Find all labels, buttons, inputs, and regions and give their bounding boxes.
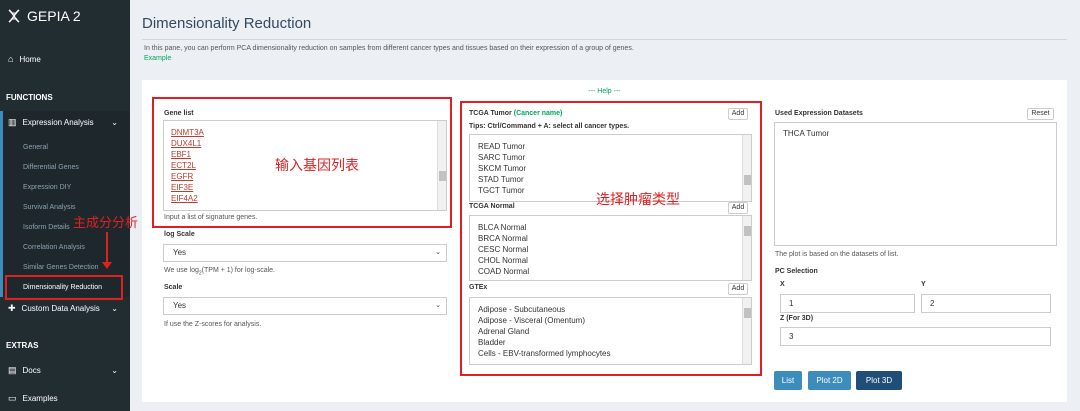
- chevron-down-icon: ⌄: [111, 365, 118, 375]
- chevron-down-icon: ⌄: [435, 302, 441, 309]
- annotation-select-tumor: 选择肿瘤类型: [596, 192, 680, 208]
- datasets-value: THCA Tumor: [783, 129, 830, 138]
- nav-home[interactable]: ⌂ Home: [0, 50, 130, 68]
- sidebar-item-expression-diy[interactable]: Expression DIY: [3, 177, 130, 197]
- chevron-down-icon: ⌄: [435, 249, 441, 256]
- sidebar-item-differential-genes[interactable]: Differential Genes: [3, 157, 130, 177]
- annotation-arrow: [106, 232, 108, 266]
- pc-x-input[interactable]: 1: [780, 294, 915, 313]
- log-scale-value: Yes: [173, 248, 187, 257]
- nav-custom-data-analysis[interactable]: ✚ Custom Data Analysis ⌄: [0, 297, 130, 319]
- title-divider: [142, 39, 1067, 40]
- pc-y-input[interactable]: 2: [921, 294, 1051, 313]
- nav-examples-label: Examples: [22, 393, 58, 403]
- app-title: GEPIA 2: [27, 8, 81, 24]
- sidebar-item-general[interactable]: General: [3, 137, 130, 157]
- chevron-down-icon: ⌄: [111, 117, 118, 127]
- nav-docs-label: Docs: [22, 365, 41, 375]
- bar-chart-icon: ▥: [8, 116, 17, 127]
- scale-select[interactable]: Yes ⌄: [163, 297, 447, 315]
- puzzle-icon: ✚: [8, 302, 16, 313]
- dimensionality-reduction-highlight: [5, 275, 123, 300]
- pc-z-label: Z (For 3D): [780, 315, 814, 322]
- annotation-arrow-head: [102, 262, 112, 269]
- sidebar-item-label: Survival Analysis: [23, 203, 76, 211]
- scale-hint: If use the Z-scores for analysis.: [164, 321, 262, 328]
- book-icon: ▤: [8, 364, 17, 375]
- home-icon: ⌂: [8, 54, 14, 64]
- sidebar-item-label: General: [23, 143, 48, 151]
- sidebar-item-label: Similar Genes Detection: [23, 263, 99, 271]
- intro-text: In this pane, you can perform PCA dimens…: [144, 45, 634, 52]
- sidebar-item-label: Isoform Details: [23, 223, 70, 231]
- datasets-hint: The plot is based on the datasets of lis…: [775, 251, 899, 258]
- nav-custom-data-label: Custom Data Analysis: [21, 303, 100, 313]
- sidebar: GEPIA 2 ⌂ Home FUNCTIONS ▥ Expression An…: [0, 0, 130, 411]
- page-intro: In this pane, you can perform PCA dimens…: [144, 45, 634, 62]
- help-link[interactable]: --- Help ---: [142, 88, 1067, 95]
- annotation-pca: 主成分分析: [73, 216, 139, 231]
- functions-header: FUNCTIONS: [6, 93, 53, 102]
- datasets-textarea[interactable]: THCA Tumor: [774, 122, 1057, 246]
- log-scale-label: log Scale: [164, 231, 195, 238]
- tumor-type-highlight: [460, 101, 762, 376]
- plot-3d-button[interactable]: Plot 3D: [856, 371, 902, 390]
- nav-home-label: Home: [19, 54, 41, 64]
- pc-selection-label: PC Selection: [775, 268, 818, 275]
- annotation-input-genes: 输入基因列表: [275, 158, 359, 174]
- log-scale-select[interactable]: Yes ⌄: [163, 244, 447, 262]
- app-logo[interactable]: GEPIA 2: [0, 0, 130, 32]
- sidebar-item-label: Expression DIY: [23, 183, 72, 191]
- sidebar-item-label: Differential Genes: [23, 163, 79, 171]
- list-button[interactable]: List: [774, 371, 802, 390]
- plot-2d-button[interactable]: Plot 2D: [808, 371, 851, 390]
- laptop-icon: ▭: [8, 392, 17, 403]
- reset-button[interactable]: Reset: [1027, 108, 1054, 120]
- nav-expression-analysis-label: Expression Analysis: [22, 117, 94, 127]
- dna-logo-icon: [8, 9, 20, 23]
- pc-y-label: Y: [921, 281, 926, 288]
- scale-value: Yes: [173, 301, 187, 310]
- datasets-label: Used Expression Datasets: [775, 110, 863, 117]
- nav-expression-analysis[interactable]: ▥ Expression Analysis ⌄: [3, 111, 130, 133]
- log-hint-post: (TPM + 1) for log-scale.: [201, 267, 275, 274]
- expression-analysis-group: ▥ Expression Analysis ⌄ General Differen…: [0, 111, 130, 297]
- nav-docs[interactable]: ▤ Docs ⌄: [0, 359, 130, 381]
- sidebar-item-correlation-analysis[interactable]: Correlation Analysis: [3, 237, 130, 257]
- extras-header: EXTRAS: [6, 341, 39, 350]
- chevron-down-icon: ⌄: [111, 303, 118, 313]
- sidebar-item-label: Correlation Analysis: [23, 243, 85, 251]
- example-link[interactable]: Example: [144, 55, 634, 62]
- log-hint-pre: We use log: [164, 267, 199, 274]
- pc-x-label: X: [780, 281, 785, 288]
- scale-label: Scale: [164, 284, 183, 291]
- log-scale-hint: We use log2(TPM + 1) for log-scale.: [164, 267, 275, 276]
- nav-examples[interactable]: ▭ Examples: [0, 387, 130, 409]
- pc-z-input[interactable]: 3: [780, 327, 1051, 346]
- page-title: Dimensionality Reduction: [142, 15, 312, 32]
